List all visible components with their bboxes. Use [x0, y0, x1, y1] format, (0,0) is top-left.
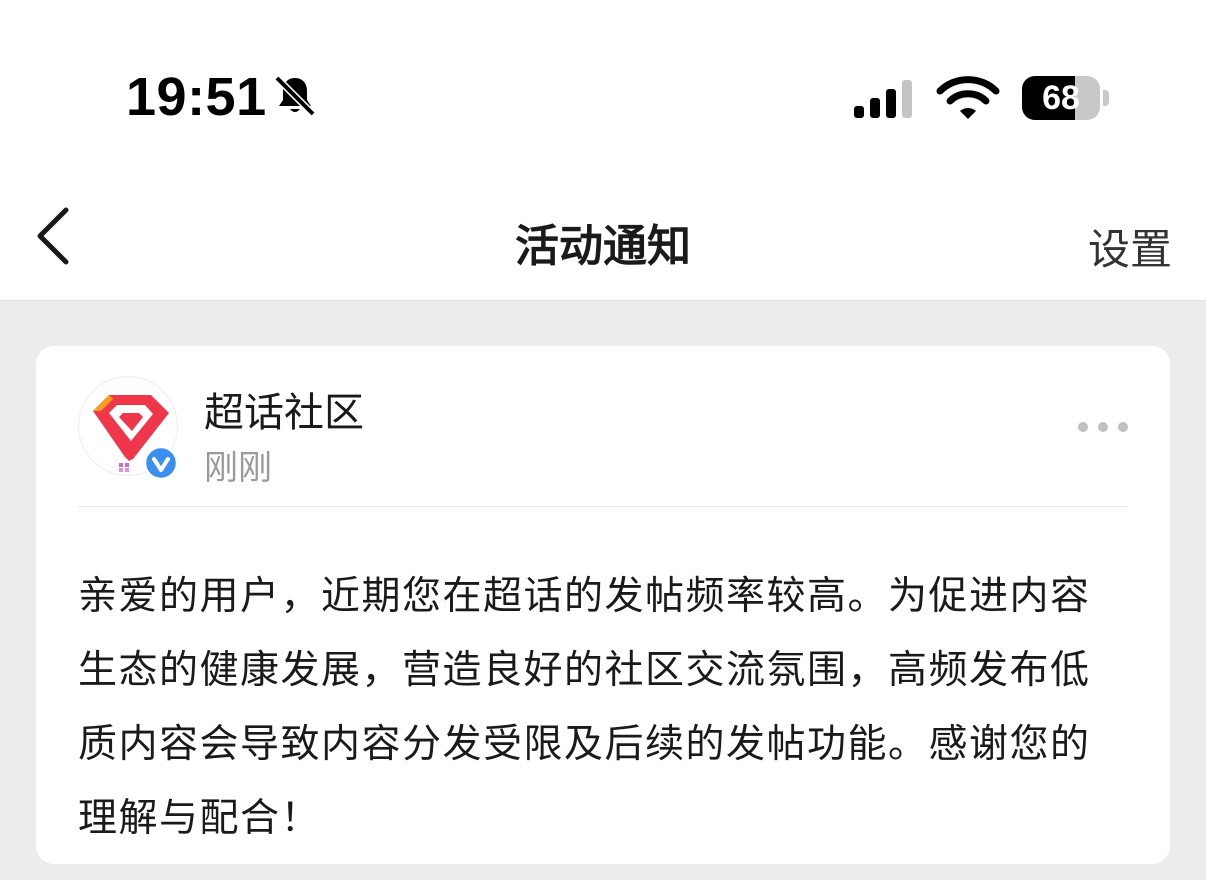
status-bar: 19:51 68 [0, 0, 1206, 180]
cellular-signal-icon [854, 80, 912, 118]
nav-bar: 活动通知 设置 [0, 180, 1206, 301]
battery-percent: 68 [1042, 79, 1080, 117]
settings-button[interactable]: 设置 [1088, 216, 1172, 277]
chevron-left-icon[interactable] [30, 204, 78, 268]
battery-cap [1103, 90, 1109, 106]
sender-name[interactable]: 超话社区 [204, 380, 364, 438]
divider [78, 506, 1128, 507]
bell-slash-icon [274, 75, 316, 117]
post-time: 刚刚 [204, 448, 272, 488]
page-title: 活动通知 [515, 221, 691, 272]
more-dots-icon[interactable] [1076, 420, 1130, 434]
wifi-icon [936, 76, 1000, 119]
battery-icon: 68 [1022, 76, 1110, 120]
notification-message: 亲爱的用户，近期您在超话的发帖频率较高。为促进内容生态的健康发展，营造良好的社区… [78, 574, 1091, 841]
status-time: 19:51 [126, 67, 267, 127]
battery-body: 68 [1022, 76, 1100, 120]
verified-v-icon [144, 446, 178, 480]
notification-card: 超话社区 刚刚 亲爱的用户，近期您在超话的发帖频率较高。为促进内容生态的健康发展… [36, 346, 1170, 864]
